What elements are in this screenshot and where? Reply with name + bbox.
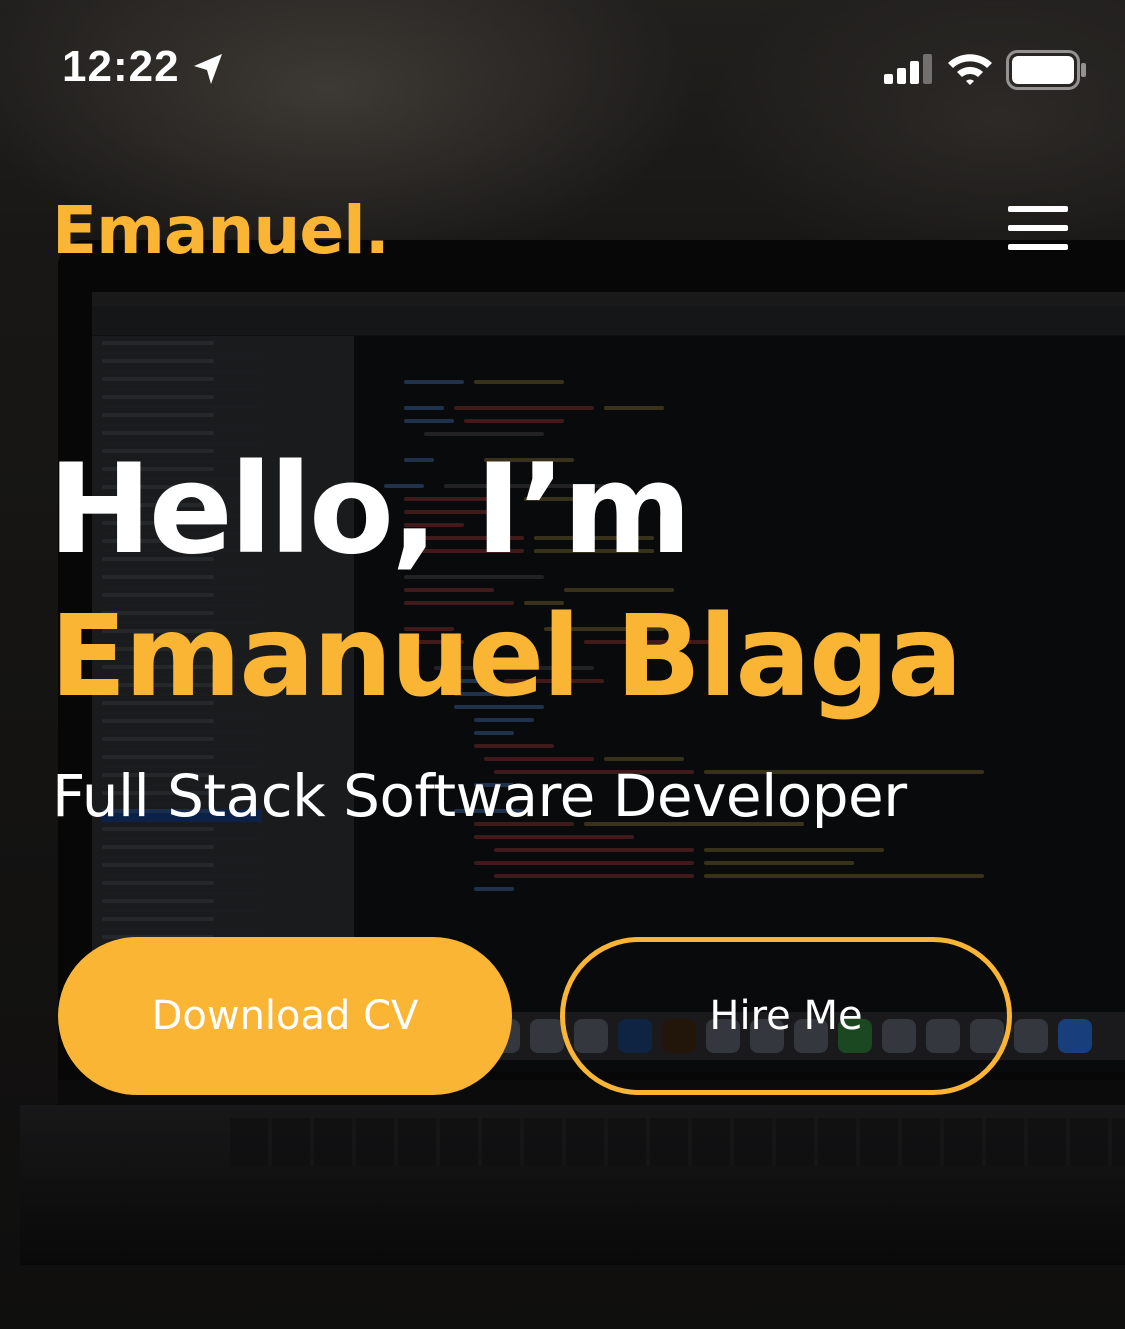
battery-icon: [1006, 50, 1086, 90]
hamburger-menu-icon[interactable]: [1000, 200, 1076, 256]
hire-me-button[interactable]: Hire Me: [560, 937, 1012, 1095]
download-cv-button[interactable]: Download CV: [58, 937, 512, 1095]
hire-me-label: Hire Me: [709, 993, 863, 1039]
status-time: 12:22: [62, 42, 180, 91]
cellular-signal-icon: [884, 54, 932, 84]
hero-name: Emanuel Blaga: [50, 592, 963, 722]
hero-role: Full Stack Software Developer: [52, 762, 907, 830]
wifi-icon: [948, 54, 992, 85]
location-arrow-icon: [194, 54, 222, 84]
download-cv-label: Download CV: [151, 993, 419, 1039]
brand-logo[interactable]: Emanuel.: [52, 192, 390, 269]
portfolio-home-screen: 12:22 Emanuel. Hello, I’m Emanuel Blaga …: [0, 0, 1125, 1329]
status-bar: 12:22: [0, 0, 1125, 140]
hero-greeting: Hello, I’m: [48, 438, 692, 582]
